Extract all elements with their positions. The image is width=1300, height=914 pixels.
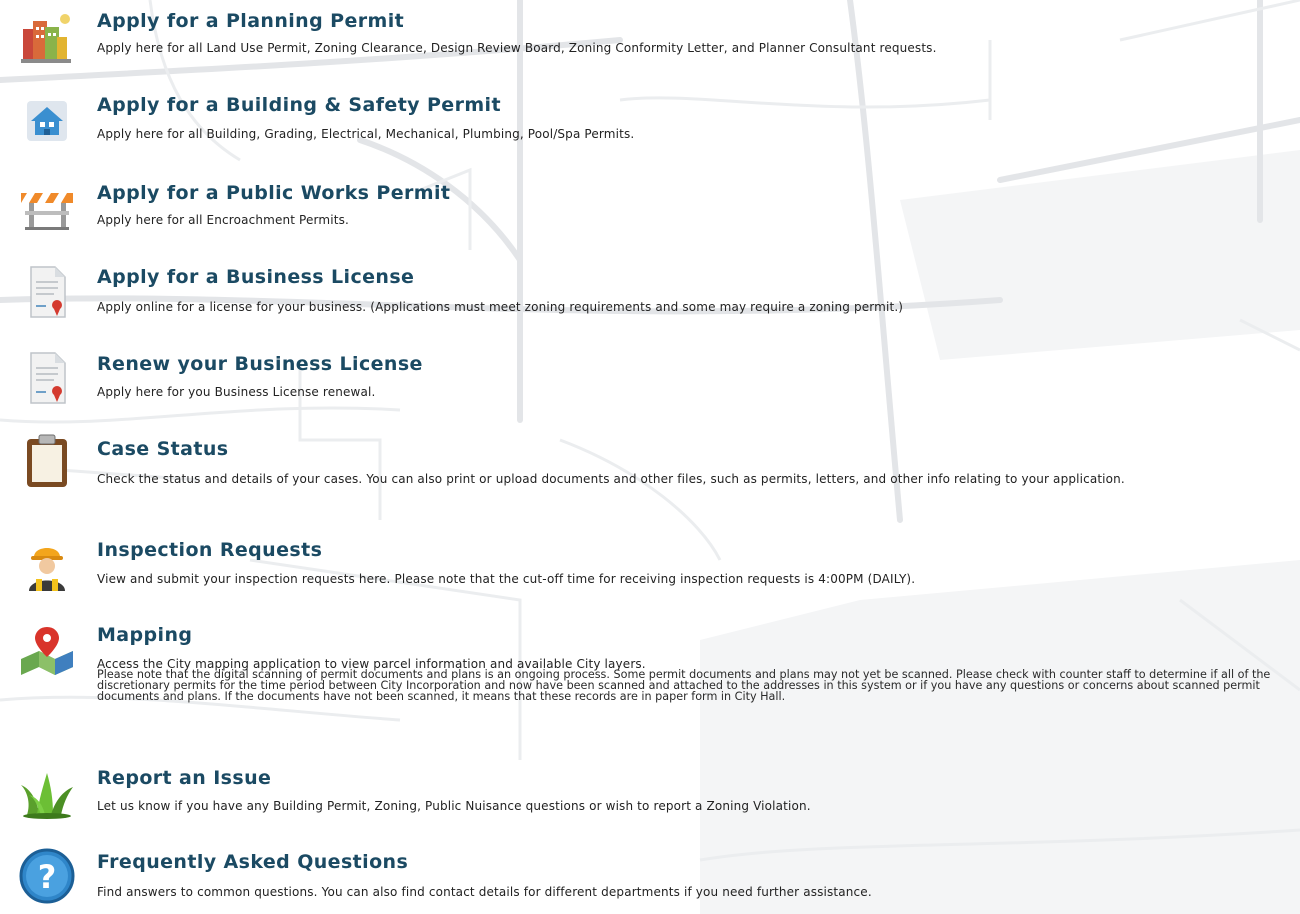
service-title[interactable]: Apply for a Public Works Permit [97,182,450,204]
inspector-icon[interactable] [14,530,80,596]
service-title[interactable]: Report an Issue [97,767,271,789]
service-title[interactable]: Apply for a Building & Safety Permit [97,94,501,116]
grass-icon[interactable] [14,760,80,826]
service-title[interactable]: Case Status [97,438,228,460]
service-title[interactable]: Apply for a Business License [97,266,414,288]
buildings-icon[interactable] [14,4,80,70]
barricade-icon[interactable] [14,172,80,238]
service-title[interactable]: Apply for a Planning Permit [97,10,404,32]
service-title[interactable]: Renew your Business License [97,353,423,375]
clipboard-icon[interactable] [14,428,80,494]
service-title[interactable]: Mapping [97,624,192,646]
service-description: View and submit your inspection requests… [97,572,916,586]
service-title[interactable]: Frequently Asked Questions [97,851,408,873]
question-icon[interactable]: ? [14,843,80,909]
service-description: Apply here for all Encroachment Permits. [97,213,349,227]
map-pin-icon[interactable] [14,616,80,682]
license-document-icon[interactable] [14,258,80,324]
service-description: Check the status and details of your cas… [97,472,1125,486]
svg-text:?: ? [38,858,57,896]
service-note: Please note that the digital scanning of… [97,668,1271,703]
service-description: Let us know if you have any Building Per… [97,799,811,813]
service-description: Apply here for all Building, Grading, El… [97,127,635,141]
license-document-icon[interactable] [14,344,80,410]
service-description: Apply online for a license for your busi… [97,300,904,314]
service-description: Find answers to common questions. You ca… [97,885,872,899]
service-description: Apply here for all Land Use Permit, Zoni… [97,41,937,55]
service-title[interactable]: Inspection Requests [97,539,322,561]
service-description: Apply here for you Business License rene… [97,385,376,399]
house-icon[interactable] [14,88,80,154]
